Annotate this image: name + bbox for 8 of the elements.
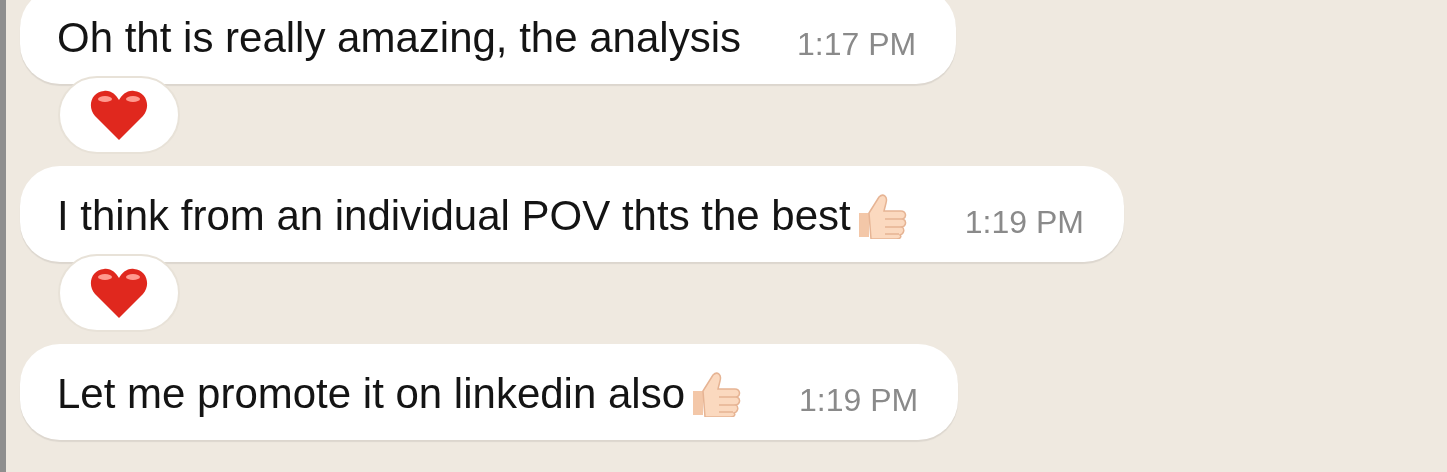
message-text: I think from an individual POV thts the best — [57, 190, 909, 242]
message-time: 1:19 PM — [964, 203, 1084, 242]
heart-icon — [89, 266, 149, 320]
message-time: 1:17 PM — [797, 25, 917, 64]
message-text: Oh tht is really amazing, the analysis — [57, 13, 741, 63]
message-time: 1:19 PM — [799, 381, 919, 420]
message-text: Let me promote it on linkedin also — [57, 368, 743, 420]
heart-icon — [89, 88, 149, 142]
